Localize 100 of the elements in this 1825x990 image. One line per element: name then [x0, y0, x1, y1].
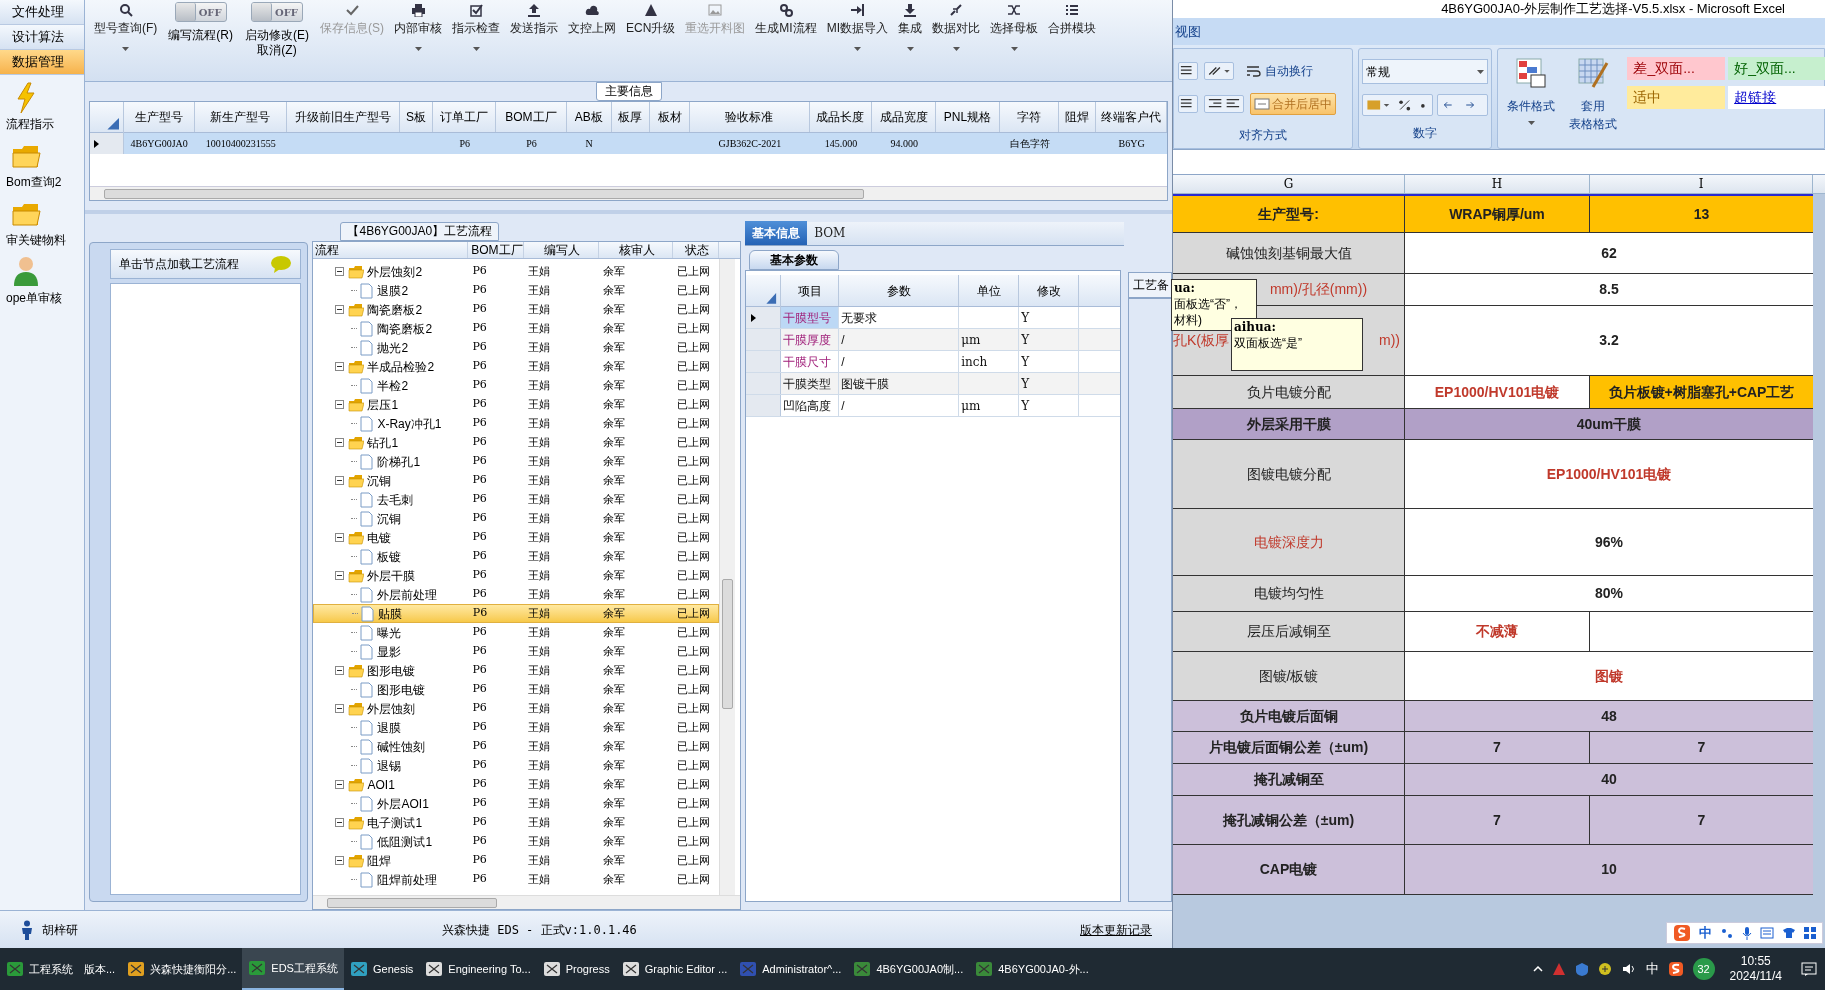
column-header[interactable]: 订单工厂 [433, 102, 497, 132]
column-header[interactable]: 单位 [959, 275, 1020, 306]
toolbar-button[interactable]: 生成MI流程 [752, 2, 820, 64]
tool-label[interactable]: 审关键物料 [6, 231, 86, 249]
column-header[interactable]: 验收标准 [690, 102, 810, 132]
tree-row[interactable]: 半成品检验2 P6 王娟 余军 已上网 [313, 357, 720, 376]
tree-row[interactable]: 板镀 P6 王娟 余军 已上网 [313, 547, 720, 566]
taskbar-button[interactable]: 工程系统 版本... [0, 948, 122, 990]
tree-row[interactable]: 外层蚀刻 P6 王娟 余军 已上网 [313, 699, 720, 718]
tree-row[interactable]: 外层蚀刻2 P6 王娟 余军 已上网 [313, 262, 720, 281]
clock[interactable]: 10:55 2024/11/4 [1729, 954, 1782, 984]
column-header[interactable]: BOM工厂 [468, 242, 525, 258]
tree-row[interactable]: 退锡 P6 王娟 余军 已上网 [313, 756, 720, 775]
taskbar-button[interactable]: Genesis [343, 948, 420, 990]
tree-row[interactable]: 阻焊前处理 P6 王娟 余军 已上网 [313, 870, 720, 889]
cell-style[interactable]: 差_双面... [1627, 57, 1726, 80]
column-header[interactable]: I [1590, 175, 1813, 193]
formula-bar[interactable] [1173, 150, 1825, 175]
tool-label[interactable]: Bom查询2 [6, 173, 86, 191]
column-header[interactable]: 修改 [1019, 275, 1080, 306]
toolbar-button[interactable]: 指示检查 [449, 2, 503, 64]
tree-row[interactable]: 陶瓷磨板2 P6 王娟 余军 已上网 [313, 300, 720, 319]
toolbar-button[interactable]: 型号查询(F) [91, 2, 161, 64]
tree-row[interactable]: 退膜2 P6 王娟 余军 已上网 [313, 281, 720, 300]
menu-item[interactable]: 文件处理 [0, 0, 84, 25]
tab[interactable]: BOM [807, 221, 853, 245]
ribbon-tab[interactable]: 视图 [1173, 21, 1201, 42]
input-language[interactable]: 中 [1645, 959, 1659, 979]
table-row[interactable]: 4B6YG00JA0 10010400231555 P6 P6 N GJB362C-2021 145.000 94.000 白色字符 B6YG [90, 133, 1167, 154]
column-header[interactable]: 流程 [313, 242, 469, 258]
column-header[interactable]: G [1173, 175, 1405, 193]
horizontal-scrollbar[interactable] [90, 186, 1167, 200]
cell-style[interactable]: 好_双面... [1728, 57, 1825, 80]
tree-row[interactable]: 贴膜 P6 王娟 余军 已上网 [313, 604, 720, 623]
column-header[interactable]: 字符 [999, 102, 1060, 132]
tree-row[interactable]: AOI1 P6 王娟 余军 已上网 [313, 775, 720, 794]
cell-style[interactable]: 超链接 [1728, 86, 1825, 109]
toggle-switch[interactable]: OFF [174, 2, 227, 22]
toolbar-button[interactable]: ECN升级 [623, 2, 679, 64]
menu-item[interactable]: 设计算法 [0, 25, 84, 50]
tree-row[interactable]: 外层前处理 P6 王娟 余军 已上网 [313, 585, 720, 604]
tree-row[interactable]: 低阻测试1 P6 王娟 余军 已上网 [313, 832, 720, 851]
tool-label[interactable]: ope单审核 [6, 289, 86, 307]
column-header[interactable]: 状态 [673, 242, 720, 258]
vertical-scrollbar[interactable] [719, 259, 736, 895]
tab[interactable]: 基本参数 [749, 250, 840, 270]
tree-row[interactable]: 抛光2 P6 王娟 余军 已上网 [313, 338, 720, 357]
toolbar-button[interactable]: 合拼模块 [1045, 2, 1100, 64]
ime-mode[interactable]: 中 [1699, 923, 1712, 943]
toolbar-button[interactable]: 集成 [895, 2, 926, 64]
tree-row[interactable]: 陶瓷磨板2 P6 王娟 余军 已上网 [313, 319, 720, 338]
tree-row[interactable]: 去毛刺 P6 王娟 余军 已上网 [313, 490, 720, 509]
menu-item[interactable]: 数据管理 [0, 50, 84, 75]
column-header[interactable]: 项目 [781, 275, 840, 306]
taskbar-button[interactable]: 4B6YG00JA0-外... [969, 948, 1095, 990]
column-header[interactable]: 板厚 [611, 102, 651, 132]
tree-row[interactable]: 沉铜 P6 王娟 余军 已上网 [313, 509, 720, 528]
taskbar-button[interactable]: EDS工程系统 [242, 948, 344, 990]
tree-row[interactable]: 曝光 P6 王娟 余军 已上网 [313, 623, 720, 642]
column-header[interactable]: S板 [399, 102, 434, 132]
tree-row[interactable]: 钻孔1 P6 王娟 余军 已上网 [313, 433, 720, 452]
grid-row[interactable]: 干膜尺寸 / inch Y [746, 351, 1121, 373]
column-header[interactable]: PNL规格 [936, 102, 1000, 132]
grid-row[interactable]: 干膜类型 图镀干膜 Y [746, 373, 1121, 395]
toolbar-button[interactable]: 数据对比 [929, 2, 984, 64]
ime-toolbar[interactable]: 中 [1666, 922, 1823, 944]
toolbar-button[interactable]: 文控上网 [565, 2, 619, 64]
tree-row[interactable]: 显影 P6 王娟 余军 已上网 [313, 642, 720, 661]
column-header[interactable]: 板材 [650, 102, 691, 132]
tree-row[interactable]: 外层干膜 P6 王娟 余军 已上网 [313, 566, 720, 585]
toolbar-button[interactable]: 发送指示 [507, 2, 561, 64]
tab[interactable]: 工艺备 [1128, 272, 1172, 298]
tree-row[interactable]: 沉铜 P6 王娟 余军 已上网 [313, 471, 720, 490]
column-header[interactable]: H [1405, 175, 1590, 193]
wrap-text-button[interactable]: 自动换行 [1246, 62, 1313, 80]
tree-row[interactable]: 退膜 P6 王娟 余军 已上网 [313, 718, 720, 737]
tool-label[interactable]: 流程指示 [6, 115, 86, 133]
column-header[interactable]: 编写人 [524, 242, 600, 258]
tree-row[interactable]: 半检2 P6 王娟 余军 已上网 [313, 376, 720, 395]
tree-row[interactable]: 碱性蚀刻 P6 王娟 余军 已上网 [313, 737, 720, 756]
tree-row[interactable]: 阻焊 P6 王娟 余军 已上网 [313, 851, 720, 870]
toolbar-button[interactable]: 选择母板 [987, 2, 1042, 64]
tree-row[interactable]: X-Ray冲孔1 P6 王娟 余军 已上网 [313, 414, 720, 433]
column-header[interactable]: 新生产型号 [194, 102, 288, 132]
conditional-format-button[interactable]: 条件格式 [1504, 57, 1559, 148]
cell-style[interactable]: 适中 [1627, 86, 1726, 109]
grid-row[interactable]: 干膜厚度 / μm Y [746, 329, 1121, 351]
taskbar-button[interactable]: 兴森快捷衡阳分... [121, 948, 243, 990]
column-header[interactable]: 升级前旧生产型号 [287, 102, 400, 132]
taskbar-button[interactable]: Progress [536, 948, 616, 990]
column-header[interactable]: 生产型号 [123, 102, 195, 132]
grid-row[interactable]: 凹陷高度 / μm Y [746, 395, 1121, 417]
number-format-dropdown[interactable]: 常规 [1362, 59, 1488, 84]
column-header[interactable]: 成品长度 [809, 102, 873, 132]
horizontal-scrollbar[interactable] [313, 895, 741, 909]
taskbar-button[interactable]: Administrator^... [733, 948, 848, 990]
tree-row[interactable]: 外层AOI1 P6 王娟 余军 已上网 [313, 794, 720, 813]
column-header[interactable]: 终端客户代 [1096, 102, 1167, 132]
row-header[interactable] [746, 307, 782, 328]
tree-row[interactable]: 阶梯孔1 P6 王娟 余军 已上网 [313, 452, 720, 471]
